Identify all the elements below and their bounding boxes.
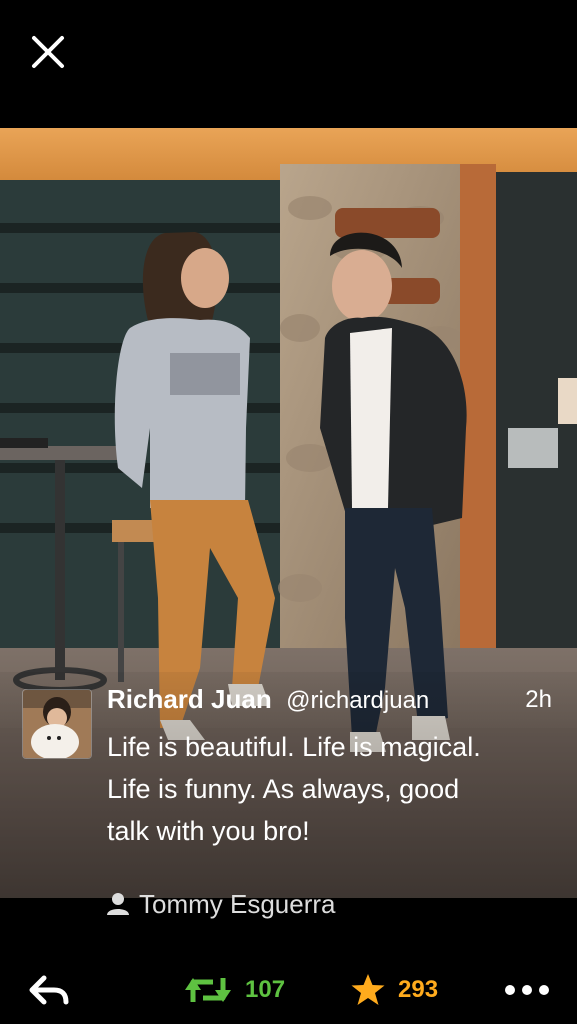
tweet-text: Life is beautiful. Life is magical. Life… xyxy=(107,726,562,852)
retweet-button[interactable]: 107 xyxy=(183,956,285,1024)
author-handle[interactable]: @richardjuan xyxy=(286,687,429,714)
star-icon xyxy=(351,974,385,1005)
avatar[interactable] xyxy=(22,689,92,759)
more-button[interactable] xyxy=(504,956,550,1024)
more-icon xyxy=(505,985,549,995)
person-icon xyxy=(107,893,129,915)
credit-name: Tommy Esguerra xyxy=(139,888,336,919)
tweet-text-line: talk with you bro! xyxy=(107,816,310,846)
author-name[interactable]: Richard Juan xyxy=(107,684,272,714)
photo-credit[interactable]: Tommy Esguerra xyxy=(105,886,336,922)
action-bar: 107 293 xyxy=(0,956,577,1024)
reply-icon xyxy=(29,975,69,1005)
tweet-text-line: Life is funny. As always, good xyxy=(107,774,460,804)
top-bar xyxy=(0,0,577,128)
favorite-count: 293 xyxy=(398,976,439,1003)
reply-button[interactable] xyxy=(28,956,70,1024)
retweet-count: 107 xyxy=(245,976,286,1003)
retweet-icon xyxy=(185,978,231,1002)
tweet-time: 2h xyxy=(525,686,552,713)
favorite-button[interactable]: 293 xyxy=(350,956,438,1024)
tweet-header: Richard Juan @richardjuan 2h xyxy=(107,684,562,720)
close-icon xyxy=(32,36,64,68)
tweet-text-line: Life is beautiful. Life is magical. xyxy=(107,732,481,762)
close-button[interactable] xyxy=(24,28,72,76)
